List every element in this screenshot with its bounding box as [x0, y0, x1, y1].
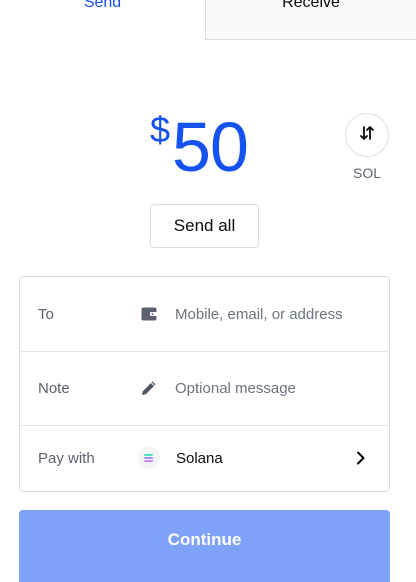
- tab-receive-label: Receive: [282, 0, 340, 11]
- swap-currency-label: SOL: [352, 165, 381, 181]
- send-receive-screen: Send Receive $ 50 SOL Send all To Mobile…: [0, 0, 416, 582]
- pay-with-row[interactable]: Pay with Solana: [20, 425, 389, 491]
- pencil-icon: [138, 377, 160, 399]
- wallet-icon: [138, 303, 160, 325]
- recipient-input[interactable]: [175, 305, 375, 323]
- chevron-right-icon: [353, 450, 369, 466]
- continue-button[interactable]: Continue: [19, 510, 390, 582]
- tab-bar: Send Receive: [0, 0, 416, 40]
- send-all-button[interactable]: Send all: [150, 204, 259, 248]
- send-form: To Note Pay with: [19, 276, 390, 492]
- note-row: Note: [20, 351, 389, 426]
- to-label: To: [38, 305, 54, 323]
- pay-with-label: Pay with: [38, 449, 95, 467]
- note-input[interactable]: [175, 379, 375, 397]
- tab-receive[interactable]: Receive: [205, 0, 416, 40]
- to-row: To: [20, 277, 389, 352]
- pay-with-value: Solana: [176, 449, 223, 467]
- tab-send[interactable]: Send: [0, 0, 205, 40]
- swap-arrows-icon: [358, 124, 376, 147]
- solana-icon: [138, 447, 160, 469]
- amount-value: 50: [172, 108, 249, 186]
- swap-currency-button[interactable]: [345, 113, 389, 157]
- amount-display[interactable]: $ 50: [150, 108, 249, 186]
- note-label: Note: [38, 379, 70, 397]
- currency-symbol: $: [150, 109, 171, 150]
- tab-send-label: Send: [83, 0, 122, 11]
